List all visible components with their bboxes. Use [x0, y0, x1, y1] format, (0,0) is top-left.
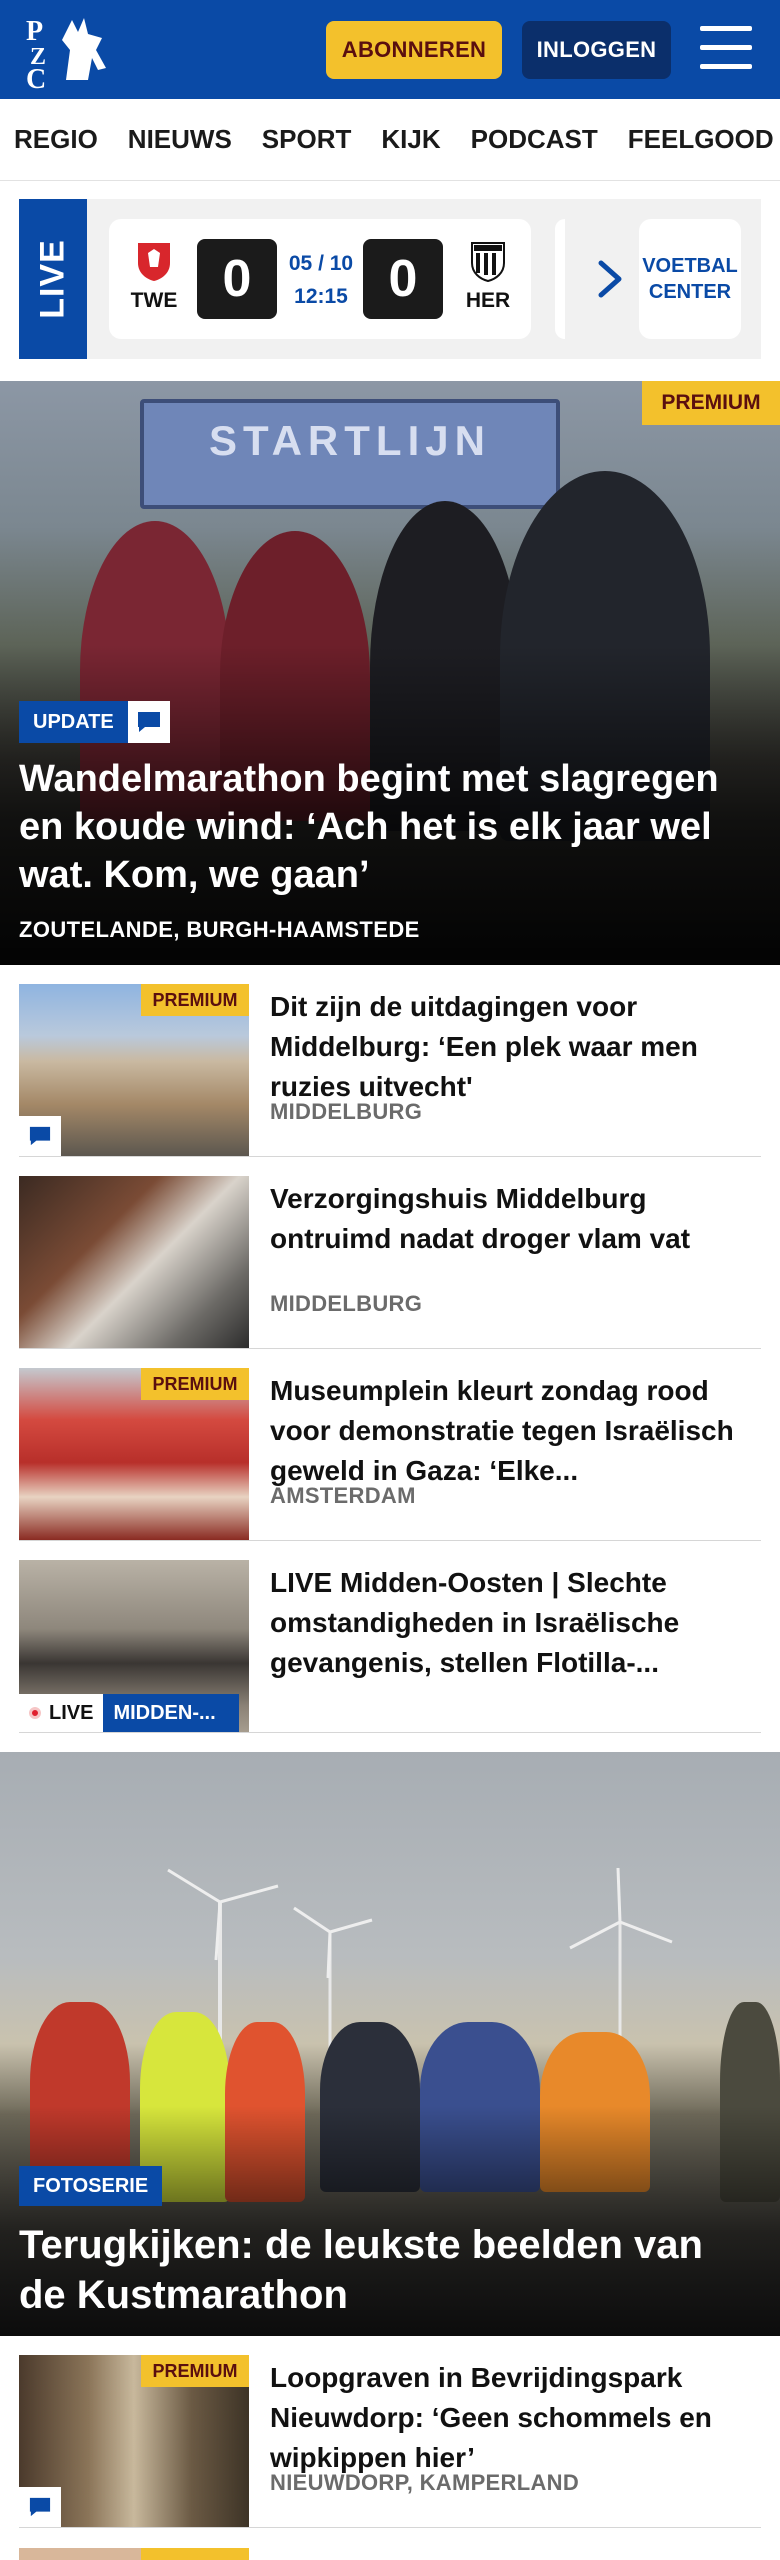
- article-location: NIEUWDORP, KAMPERLAND: [270, 2470, 580, 2495]
- match-card[interactable]: TWE 0 05 / 10 12:15 0 HER: [109, 219, 531, 339]
- article-title[interactable]: Loopgraven in Bevrijdingspark Nieuwdorp:…: [270, 2358, 760, 2478]
- hero-location: ZOUTELANDE, BURGH-HAAMSTEDE: [19, 917, 420, 942]
- main-nav: REGIO NIEUWS SPORT KIJK PODCAST FEELGOOD: [0, 99, 780, 181]
- premium-badge: PREMIUM: [642, 381, 780, 425]
- start-arch-banner: STARTLIJN: [140, 399, 560, 509]
- premium-badge: PREMIUM: [141, 2355, 249, 2387]
- list-item[interactable]: LIVE MIDDEN-... LIVE Midden-Oosten | Sle…: [19, 1541, 761, 1733]
- live-badge: LIVE MIDDEN-...: [19, 1694, 240, 1732]
- list-item[interactable]: PREMIUM Dit zijn de uitdagingen voor Mid…: [19, 965, 761, 1157]
- photo-series-title[interactable]: Terugkijken: de leukste beelden van de K…: [19, 2220, 759, 2320]
- live-dot-icon: [29, 1707, 41, 1719]
- top-header: P Z C ABONNEREN INLOGGEN: [0, 0, 780, 99]
- premium-badge: PREMIUM: [141, 984, 249, 1016]
- home-score: 0: [197, 239, 277, 319]
- article-location: MIDDELBURG: [270, 1291, 423, 1316]
- hero-title[interactable]: Wandelmarathon begint met slagregen en k…: [19, 755, 759, 899]
- photo-series-article[interactable]: FOTOSERIE Terugkijken: de leukste beelde…: [0, 1752, 780, 2336]
- svg-text:C: C: [26, 64, 46, 90]
- next-row-peek[interactable]: [19, 2548, 761, 2560]
- nav-item-nieuws[interactable]: NIEUWS: [128, 124, 232, 155]
- nav-item-kijk[interactable]: KIJK: [381, 124, 440, 155]
- svg-text:P: P: [26, 16, 43, 47]
- article-thumbnail: [19, 1176, 249, 1348]
- article-location: MIDDELBURG: [270, 1099, 423, 1124]
- match-datetime: 05 / 10 12:15: [288, 252, 354, 308]
- article-thumbnail: LIVE MIDDEN-...: [19, 1560, 249, 1732]
- nav-item-regio[interactable]: REGIO: [14, 124, 98, 155]
- home-team: TWE: [127, 239, 181, 313]
- article-thumbnail: PREMIUM: [19, 2355, 249, 2527]
- article-thumbnail: PREMIUM: [19, 984, 249, 1156]
- fotoserie-badge: FOTOSERIE: [19, 2166, 163, 2206]
- heracles-crest-icon: [471, 242, 505, 283]
- chevron-right-icon[interactable]: [593, 257, 627, 301]
- menu-icon[interactable]: [700, 26, 752, 70]
- nav-item-podcast[interactable]: PODCAST: [471, 124, 598, 155]
- next-match-card-stub[interactable]: [555, 219, 565, 339]
- article-location: AMSTERDAM: [270, 1483, 416, 1508]
- away-score: 0: [363, 239, 443, 319]
- article-title[interactable]: Museumplein kleurt zondag rood voor demo…: [270, 1371, 760, 1491]
- comment-icon: [127, 701, 170, 743]
- nav-item-feelgood[interactable]: FEELGOOD: [628, 124, 774, 155]
- live-scores-strip: LIVE TWE 0 05 / 10 12:15 0 HER VOETBAL C…: [19, 199, 761, 359]
- premium-badge: PREMIUM: [141, 1368, 249, 1400]
- update-badge: UPDATE: [19, 701, 170, 743]
- live-label: LIVE: [19, 199, 87, 359]
- article-title[interactable]: Dit zijn de uitdagingen voor Middelburg:…: [270, 987, 760, 1107]
- nav-item-sport[interactable]: SPORT: [262, 124, 352, 155]
- hero-article[interactable]: STARTLIJN PREMIUM UPDATE Wandelmarathon …: [0, 381, 780, 965]
- list-item[interactable]: PREMIUM Loopgraven in Bevrijdingspark Ni…: [19, 2336, 761, 2528]
- article-thumbnail: PREMIUM: [19, 1368, 249, 1540]
- article-title[interactable]: LIVE Midden-Oosten | Slechte omstandighe…: [270, 1563, 760, 1683]
- pzc-logo[interactable]: P Z C: [22, 10, 122, 95]
- away-team: HER: [461, 239, 515, 313]
- comment-icon: [19, 2487, 61, 2527]
- comment-icon: [19, 1116, 61, 1156]
- twente-crest-icon: [138, 243, 170, 281]
- subscribe-button[interactable]: ABONNEREN: [326, 21, 502, 79]
- premium-badge-peek: [141, 2548, 249, 2560]
- login-button[interactable]: INLOGGEN: [522, 21, 671, 79]
- list-item[interactable]: PREMIUM Museumplein kleurt zondag rood v…: [19, 1349, 761, 1541]
- list-item[interactable]: Verzorgingshuis Middelburg ontruimd nada…: [19, 1157, 761, 1349]
- article-title[interactable]: Verzorgingshuis Middelburg ontruimd nada…: [270, 1179, 760, 1259]
- voetbal-center-button[interactable]: VOETBAL CENTER: [639, 219, 741, 339]
